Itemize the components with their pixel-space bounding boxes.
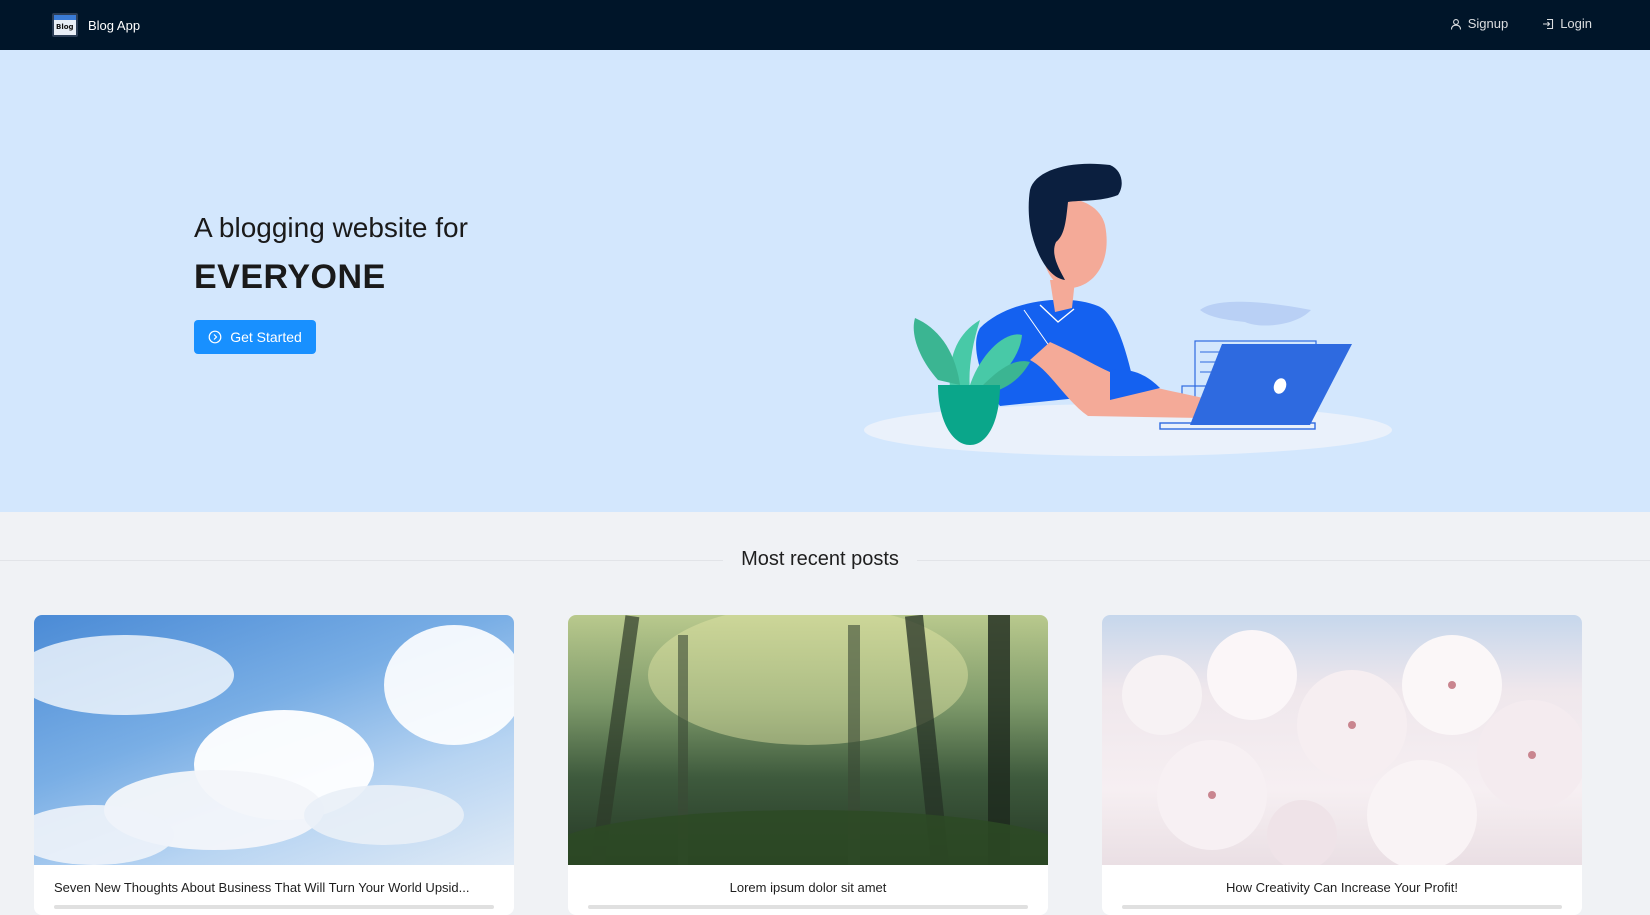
post-card[interactable]: Seven New Thoughts About Business That W… [34, 615, 514, 915]
post-excerpt-placeholder [588, 905, 1028, 909]
hero-heading-emphasis: EVERYONE [194, 258, 386, 296]
arrow-circle-right-icon [208, 330, 222, 344]
login-label: Login [1560, 16, 1592, 31]
cloud-shapes [34, 625, 514, 865]
logo-text: Blog [56, 23, 74, 31]
section-title: Most recent posts [723, 548, 917, 570]
blossom-shapes [1122, 630, 1582, 865]
user-icon [1450, 18, 1461, 30]
post-title[interactable]: Seven New Thoughts About Business That W… [34, 880, 514, 895]
login-icon [1543, 18, 1554, 29]
get-started-label: Get Started [230, 329, 302, 345]
blog-logo-icon: Blog [52, 13, 78, 37]
nav-menu: Signup Login [1450, 16, 1592, 31]
post-card[interactable]: How Creativity Can Increase Your Profit! [1102, 615, 1582, 915]
get-started-button[interactable]: Get Started [194, 320, 316, 354]
person-with-laptop-illustration [864, 163, 1392, 456]
signup-link[interactable]: Signup [1450, 16, 1508, 31]
brand[interactable]: Blog Blog App [52, 13, 140, 37]
post-card[interactable]: Lorem ipsum dolor sit amet [568, 615, 1048, 915]
post-image-forest[interactable] [568, 615, 1048, 865]
post-image-sky[interactable] [34, 615, 514, 865]
login-link[interactable]: Login [1542, 16, 1592, 31]
post-title[interactable]: Lorem ipsum dolor sit amet [568, 880, 1048, 895]
signup-label: Signup [1467, 16, 1509, 31]
hero-heading: A blogging website for [194, 212, 468, 243]
top-navbar: Blog Blog App Signup Login [0, 0, 1650, 50]
tree-shapes [568, 615, 1048, 865]
section-title-wrap: Most recent posts [0, 548, 1640, 571]
brand-name: Blog App [88, 17, 141, 33]
post-image-blossom[interactable] [1102, 615, 1582, 865]
post-excerpt-placeholder [1122, 905, 1562, 909]
post-excerpt-placeholder [54, 905, 494, 909]
post-title[interactable]: How Creativity Can Increase Your Profit! [1102, 880, 1582, 895]
hero-banner: A blogging website for EVERYONE Get Star… [0, 50, 1650, 512]
